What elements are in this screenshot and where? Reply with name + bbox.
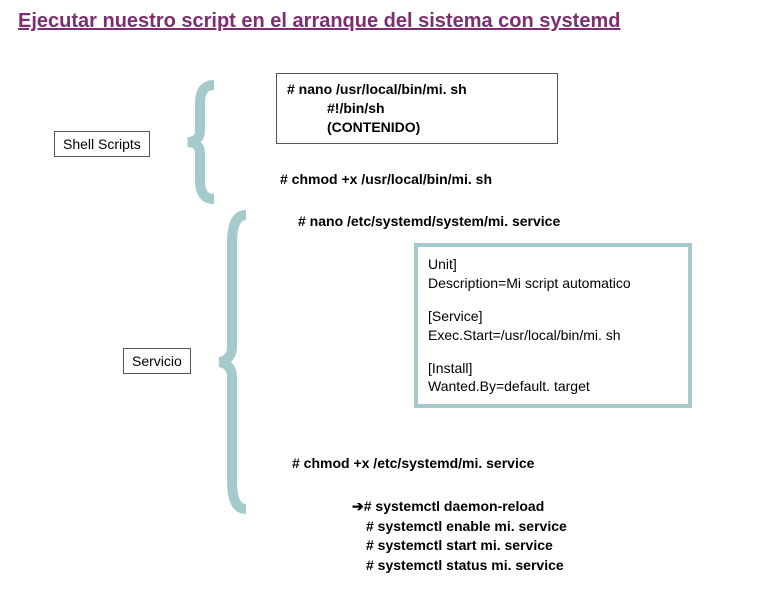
brace-servicio xyxy=(208,213,248,511)
cmd-chmod-service: # chmod +x /etc/systemd/mi. service xyxy=(292,455,534,471)
cmd-chmod-script: # chmod +x /usr/local/bin/mi. sh xyxy=(280,171,492,187)
node-servicio: Servicio xyxy=(123,348,191,374)
unit-header: Unit] xyxy=(428,255,678,274)
cmd-daemon-reload: # systemctl daemon-reload xyxy=(364,498,545,514)
box-nano-script: # nano /usr/local/bin/mi. sh #!/bin/sh (… xyxy=(276,73,558,144)
page-title: Ejecutar nuestro script en el arranque d… xyxy=(18,10,742,33)
nano-script-line2: (CONTENIDO) xyxy=(287,118,547,137)
cmd-status: # systemctl status mi. service xyxy=(352,556,567,576)
final-commands: ➔# systemctl daemon-reload # systemctl e… xyxy=(352,497,567,575)
unit-desc: Description=Mi script automatico xyxy=(428,274,678,293)
cmd-start: # systemctl start mi. service xyxy=(352,536,567,556)
unit-service-header: [Service] xyxy=(428,307,678,326)
cmd-enable: # systemctl enable mi. service xyxy=(352,517,567,537)
nano-script-cmd: # nano /usr/local/bin/mi. sh xyxy=(287,80,547,99)
brace-shell xyxy=(176,83,216,201)
unit-exec: Exec.Start=/usr/local/bin/mi. sh xyxy=(428,326,678,345)
box-unit-file: Unit] Description=Mi script automatico [… xyxy=(414,243,692,408)
nano-script-line1: #!/bin/sh xyxy=(287,99,547,118)
node-shell-scripts: Shell Scripts xyxy=(54,131,150,157)
cmd-nano-service: # nano /etc/systemd/system/mi. service xyxy=(298,213,560,229)
unit-wanted: Wanted.By=default. target xyxy=(428,377,678,396)
arrow-icon: ➔ xyxy=(352,497,364,517)
unit-install-header: [Install] xyxy=(428,359,678,378)
diagram-canvas: Shell Scripts # nano /usr/local/bin/mi. … xyxy=(18,63,738,583)
